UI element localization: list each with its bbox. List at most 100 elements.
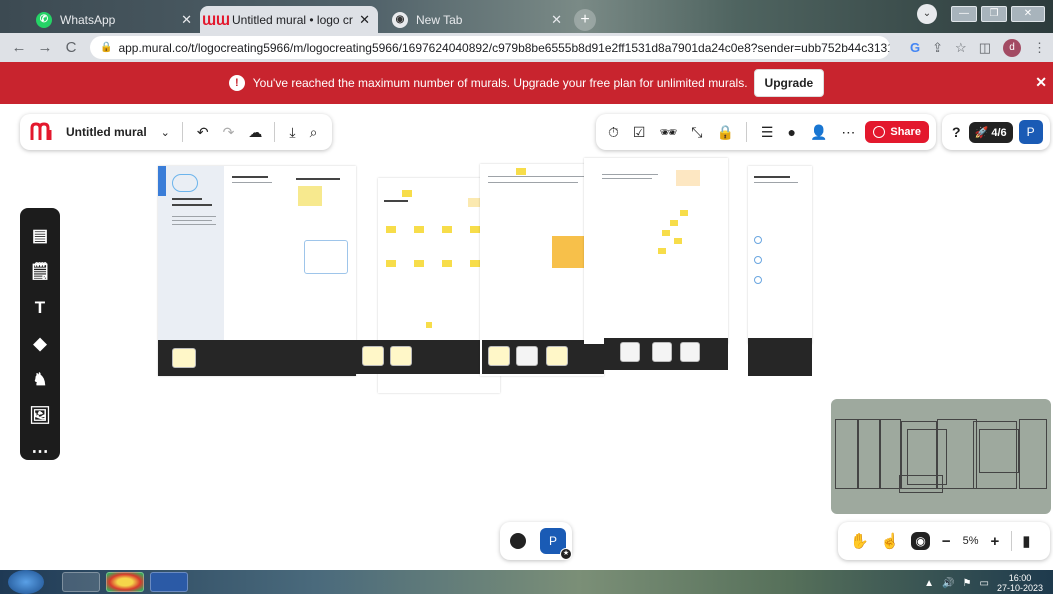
upgrade-button[interactable]: Upgrade [753,69,825,97]
close-tab-icon[interactable]: ✕ [359,12,370,28]
more-icon[interactable]: ⋯ [841,124,855,141]
thumbnail[interactable] [546,346,568,366]
side-panel-icon[interactable]: ◫ [979,40,991,56]
thumbnail[interactable] [390,346,412,366]
minimap[interactable] [831,399,1051,514]
priority-cluster[interactable] [552,236,584,268]
zoom-in-icon[interactable]: + [991,533,1000,550]
mural-name[interactable]: Untitled mural [66,125,147,139]
close-window-button[interactable]: ✕ [1011,6,1045,22]
mouse-mode-icon[interactable]: ◉ [911,532,930,550]
outline-icon[interactable]: ☰ [761,124,774,141]
sticky-note[interactable] [676,170,700,186]
sticky-note[interactable] [414,226,424,233]
cloud-icon[interactable]: ☁ [248,124,262,141]
sticky-note[interactable] [516,168,526,175]
google-icon[interactable]: G [910,40,920,55]
emoji-reaction-icon[interactable] [510,533,526,549]
thumbnail[interactable] [620,342,640,362]
back-icon[interactable]: ← [6,39,32,56]
new-tab-button[interactable]: + [574,9,596,31]
user-avatar[interactable]: P [1018,120,1043,144]
timer-icon[interactable]: ⏱ [608,124,619,141]
search-icon[interactable]: ⌕ [310,124,318,141]
templates-icon[interactable]: ▤ [32,218,48,254]
bookmark-star-icon[interactable]: ☆ [955,40,967,56]
sticky-note[interactable] [386,260,396,267]
sticky-note[interactable] [674,238,682,244]
maximize-button[interactable]: ❐ [981,6,1007,22]
lock-icon[interactable]: 🔒 [716,124,733,141]
icons-library-icon[interactable]: ♞ [32,362,47,398]
sticky-note[interactable] [658,248,666,254]
zoom-out-icon[interactable]: − [942,533,951,550]
url-field[interactable]: 🔒 app.mural.co/t/logocreating5966/m/logo… [90,36,890,59]
touchpad-mode-icon[interactable]: ☝ [881,532,900,550]
laser-pointer-icon[interactable]: ⤡ [691,124,702,141]
sticky-note[interactable] [442,226,452,233]
close-tab-icon[interactable]: ✕ [551,12,562,28]
show-hidden-icons[interactable]: ▲ [924,578,934,589]
template-board-voting[interactable] [584,158,728,344]
file-explorer-icon[interactable] [62,572,100,592]
sticky-note[interactable] [670,220,678,226]
word-icon[interactable] [150,572,188,592]
tab-whatsapp[interactable]: ✆ WhatsApp ✕ [28,6,200,33]
sticky-note[interactable] [468,198,480,207]
sticky-note[interactable] [426,322,432,328]
template-board-next-steps[interactable] [748,166,812,344]
menu-kebab-icon[interactable]: ⋮ [1033,40,1046,56]
mural-canvas[interactable]: Untitled mural ⌄ ↶ ↷ ☁ ⤓ ⌕ ⏱ ☑ 🕶 ⤡ 🔒 ☰ ●… [0,104,1053,570]
shapes-icon[interactable]: ◆ [33,326,46,362]
hand-tool-icon[interactable]: ✋ [850,532,869,550]
sticky-note[interactable] [402,190,412,197]
sticky-note[interactable] [386,226,396,233]
minimap-toggle-icon[interactable]: ▮ [1022,532,1030,550]
sticky-note-icon[interactable]: 🗒 [29,254,51,290]
display-icon[interactable]: ▭ [980,578,989,589]
members-icon[interactable]: 👤 [810,124,827,141]
voting-icon[interactable]: ☑ [633,124,646,141]
sticky-note[interactable] [680,210,688,216]
current-user-avatar[interactable]: P ★ [540,528,572,560]
profile-avatar[interactable]: d [1002,38,1021,57]
network-icon[interactable]: ⚑ [963,578,972,589]
help-icon[interactable]: ? [952,124,961,140]
undo-icon[interactable]: ↶ [197,124,209,141]
download-icon[interactable]: ⤓ [289,124,295,141]
thumbnail[interactable] [516,346,538,366]
more-tools-icon[interactable]: ⋯ [32,434,49,470]
thumbnail[interactable] [680,342,700,362]
close-tab-icon[interactable]: ✕ [181,12,192,28]
sticky-note[interactable] [470,226,480,233]
zoom-level[interactable]: 5% [963,535,979,547]
private-mode-icon[interactable]: 🕶 [659,124,677,141]
volume-icon[interactable]: 🔊 [942,578,954,589]
thumbnail[interactable] [172,348,196,368]
mural-logo-icon[interactable] [30,122,56,142]
image-icon[interactable]: 🖼 [29,398,51,434]
text-icon[interactable]: T [35,290,45,326]
participants-badge[interactable]: 🚀 4/6 [968,121,1013,143]
sticky-note[interactable] [442,260,452,267]
chevron-down-icon[interactable]: ⌄ [161,126,170,139]
sticky-note[interactable] [298,186,322,206]
sticky-note[interactable] [470,260,480,267]
redo-icon[interactable]: ↷ [223,124,235,141]
chrome-taskbar-icon[interactable] [106,572,144,592]
share-button[interactable]: Share [865,121,929,143]
close-banner-icon[interactable]: ✕ [1035,74,1047,91]
start-button[interactable] [8,570,44,594]
clock[interactable]: 16:00 27-10-2023 [997,573,1043,593]
comments-icon[interactable]: ● [787,124,795,140]
minimize-button[interactable]: — [951,6,977,22]
thumbnail[interactable] [652,342,672,362]
tab-search-icon[interactable]: ⌄ [917,4,937,24]
share-page-icon[interactable]: ⇪ [932,40,943,56]
sticky-note[interactable] [414,260,424,267]
forward-icon[interactable]: → [32,39,58,56]
tab-new-tab[interactable]: ◉ New Tab ✕ [384,6,570,33]
tab-mural[interactable]: ƜƜ Untitled mural • logo creating ✕ [200,6,378,33]
reload-icon[interactable]: C [58,39,84,56]
thumbnail[interactable] [362,346,384,366]
